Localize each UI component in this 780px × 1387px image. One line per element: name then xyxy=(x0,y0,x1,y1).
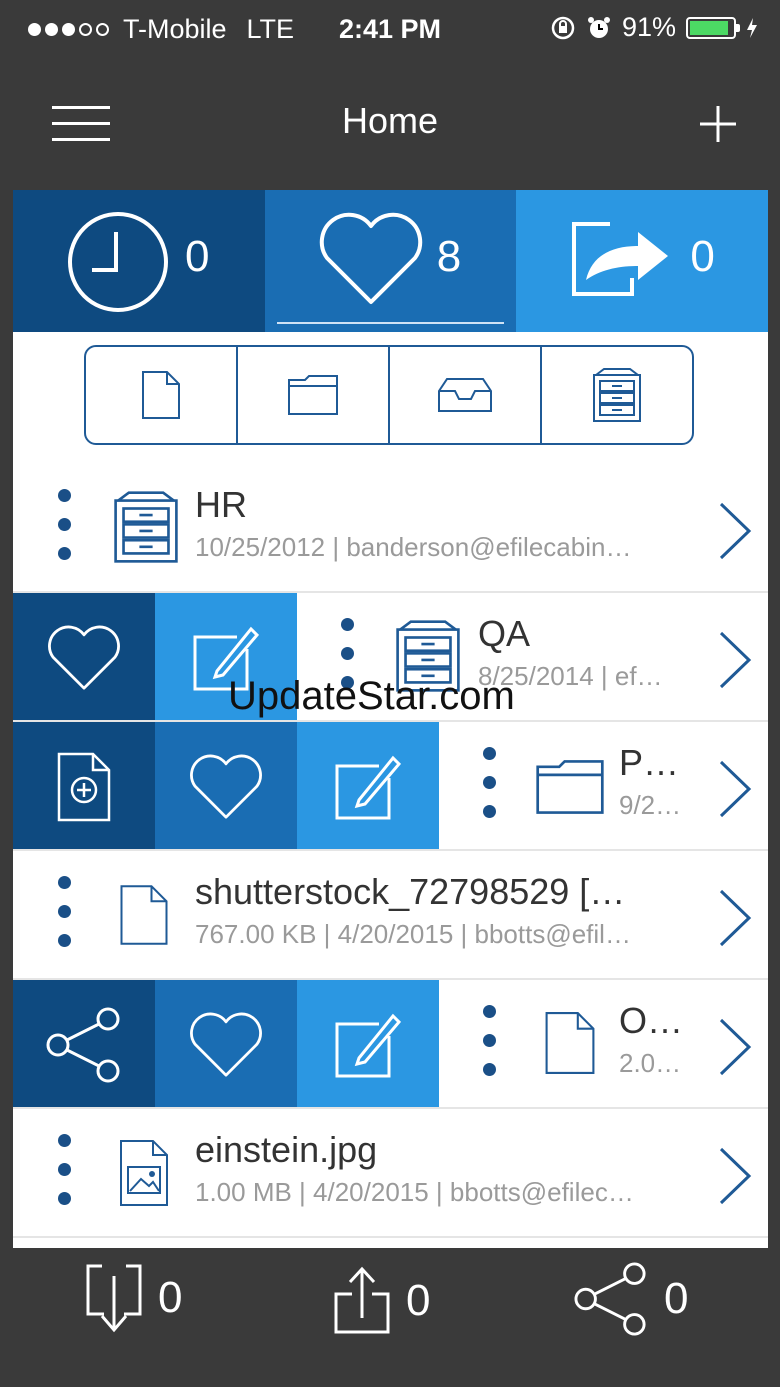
share-icon xyxy=(574,1262,646,1336)
document-icon xyxy=(120,885,168,945)
chevron-right-icon[interactable] xyxy=(717,631,753,689)
filter-documents[interactable] xyxy=(86,347,238,443)
edit-action-button[interactable] xyxy=(297,722,439,849)
selected-tab-indicator xyxy=(276,322,505,324)
more-options-icon[interactable] xyxy=(483,747,497,834)
more-options-icon[interactable] xyxy=(58,876,72,963)
orientation-lock-icon xyxy=(551,16,575,39)
list-item[interactable]: shutterstock_72798529 [… 767.00 KB | 4/2… xyxy=(13,851,768,980)
document-icon xyxy=(545,1012,595,1074)
battery-icon xyxy=(686,16,740,39)
item-meta: 1.00 MB | 4/20/2015 | bbotts@efilec… xyxy=(195,1177,634,1207)
item-name: HR xyxy=(195,484,247,525)
main-content: 0 8 0 HR 10/25/2012 | banderson@efilecab… xyxy=(13,190,768,1248)
shared-count: 0 xyxy=(690,232,715,281)
add-file-action-button[interactable] xyxy=(13,722,155,849)
chevron-right-icon[interactable] xyxy=(717,502,753,560)
edit-icon xyxy=(335,1013,402,1077)
heart-icon xyxy=(319,212,422,304)
inbox-tray-icon xyxy=(438,378,492,412)
item-name: P… xyxy=(619,742,680,783)
status-right: 91% xyxy=(550,12,758,43)
favorite-action-button[interactable] xyxy=(155,980,297,1107)
item-meta: 9/2… xyxy=(619,790,682,820)
watermark-text: UpdateStar.com xyxy=(228,674,515,718)
add-file-icon xyxy=(57,752,111,821)
heart-icon xyxy=(190,754,262,819)
uploads-button[interactable]: 0 xyxy=(332,1266,430,1336)
edit-icon xyxy=(335,755,402,819)
uploads-count: 0 xyxy=(406,1276,431,1325)
charging-icon xyxy=(747,17,757,38)
bottom-toolbar: 0 0 0 xyxy=(0,1248,780,1387)
more-options-icon[interactable] xyxy=(58,489,72,576)
download-icon xyxy=(86,1264,142,1333)
list-item[interactable]: P… 9/2… xyxy=(13,722,768,851)
filter-folders[interactable] xyxy=(238,347,390,443)
tab-favorites[interactable]: 8 xyxy=(264,190,517,332)
cabinet-icon xyxy=(593,368,641,422)
item-meta: 2.0… xyxy=(619,1048,682,1078)
chevron-right-icon[interactable] xyxy=(717,1147,753,1205)
clock-icon xyxy=(68,212,168,312)
favorites-count: 8 xyxy=(436,232,462,281)
share-action-button[interactable] xyxy=(13,980,155,1107)
status-bar: T-Mobile LTE 2:41 PM 91% xyxy=(0,0,780,64)
item-meta: 10/25/2012 | banderson@efilecabin… xyxy=(195,532,632,562)
document-icon xyxy=(142,371,180,419)
upload-icon xyxy=(334,1266,390,1334)
more-options-icon[interactable] xyxy=(483,1005,497,1092)
item-name: QA xyxy=(478,613,531,654)
alarm-icon xyxy=(587,16,610,38)
more-options-icon[interactable] xyxy=(58,1134,72,1221)
item-meta: 767.00 KB | 4/20/2015 | bbotts@efil… xyxy=(195,919,631,949)
heart-icon xyxy=(48,625,120,690)
item-name: O… xyxy=(619,1000,684,1041)
image-file-icon xyxy=(120,1140,168,1206)
folder-icon xyxy=(536,760,604,814)
recent-count: 0 xyxy=(185,232,210,281)
tab-shared[interactable]: 0 xyxy=(516,190,768,332)
shares-count: 0 xyxy=(664,1274,689,1323)
favorite-action-button[interactable] xyxy=(13,593,155,720)
chevron-right-icon[interactable] xyxy=(717,760,753,818)
heart-icon xyxy=(190,1012,262,1077)
cabinet-icon xyxy=(114,491,178,563)
shares-button[interactable]: 0 xyxy=(572,1262,688,1336)
list-item[interactable]: einstein.jpg 1.00 MB | 4/20/2015 | bbott… xyxy=(13,1109,768,1238)
favorite-action-button[interactable] xyxy=(155,722,297,849)
battery-percent: 91% xyxy=(621,12,676,42)
chevron-right-icon[interactable] xyxy=(717,1018,753,1076)
list-item[interactable]: HR 10/25/2012 | banderson@efilecabin… xyxy=(13,464,768,593)
edit-action-button[interactable] xyxy=(297,980,439,1107)
filter-drawers[interactable] xyxy=(390,347,542,443)
downloads-count: 0 xyxy=(158,1273,183,1322)
downloads-button[interactable]: 0 xyxy=(84,1262,182,1334)
tab-recent[interactable]: 0 xyxy=(13,190,265,332)
summary-tabs: 0 8 0 xyxy=(13,190,768,332)
add-button[interactable] xyxy=(698,104,738,144)
folder-icon xyxy=(288,375,338,415)
navigation-bar: Home xyxy=(0,64,780,184)
item-name: einstein.jpg xyxy=(195,1129,378,1170)
item-name: shutterstock_72798529 [… xyxy=(195,871,626,912)
list-item[interactable]: O… 2.0… xyxy=(13,980,768,1109)
type-filter-segmented-control xyxy=(84,345,694,445)
page-title: Home xyxy=(341,100,439,141)
share-icon xyxy=(46,1007,120,1082)
chevron-right-icon[interactable] xyxy=(717,889,753,947)
filter-cabinets[interactable] xyxy=(542,347,692,443)
share-out-icon xyxy=(572,222,669,296)
